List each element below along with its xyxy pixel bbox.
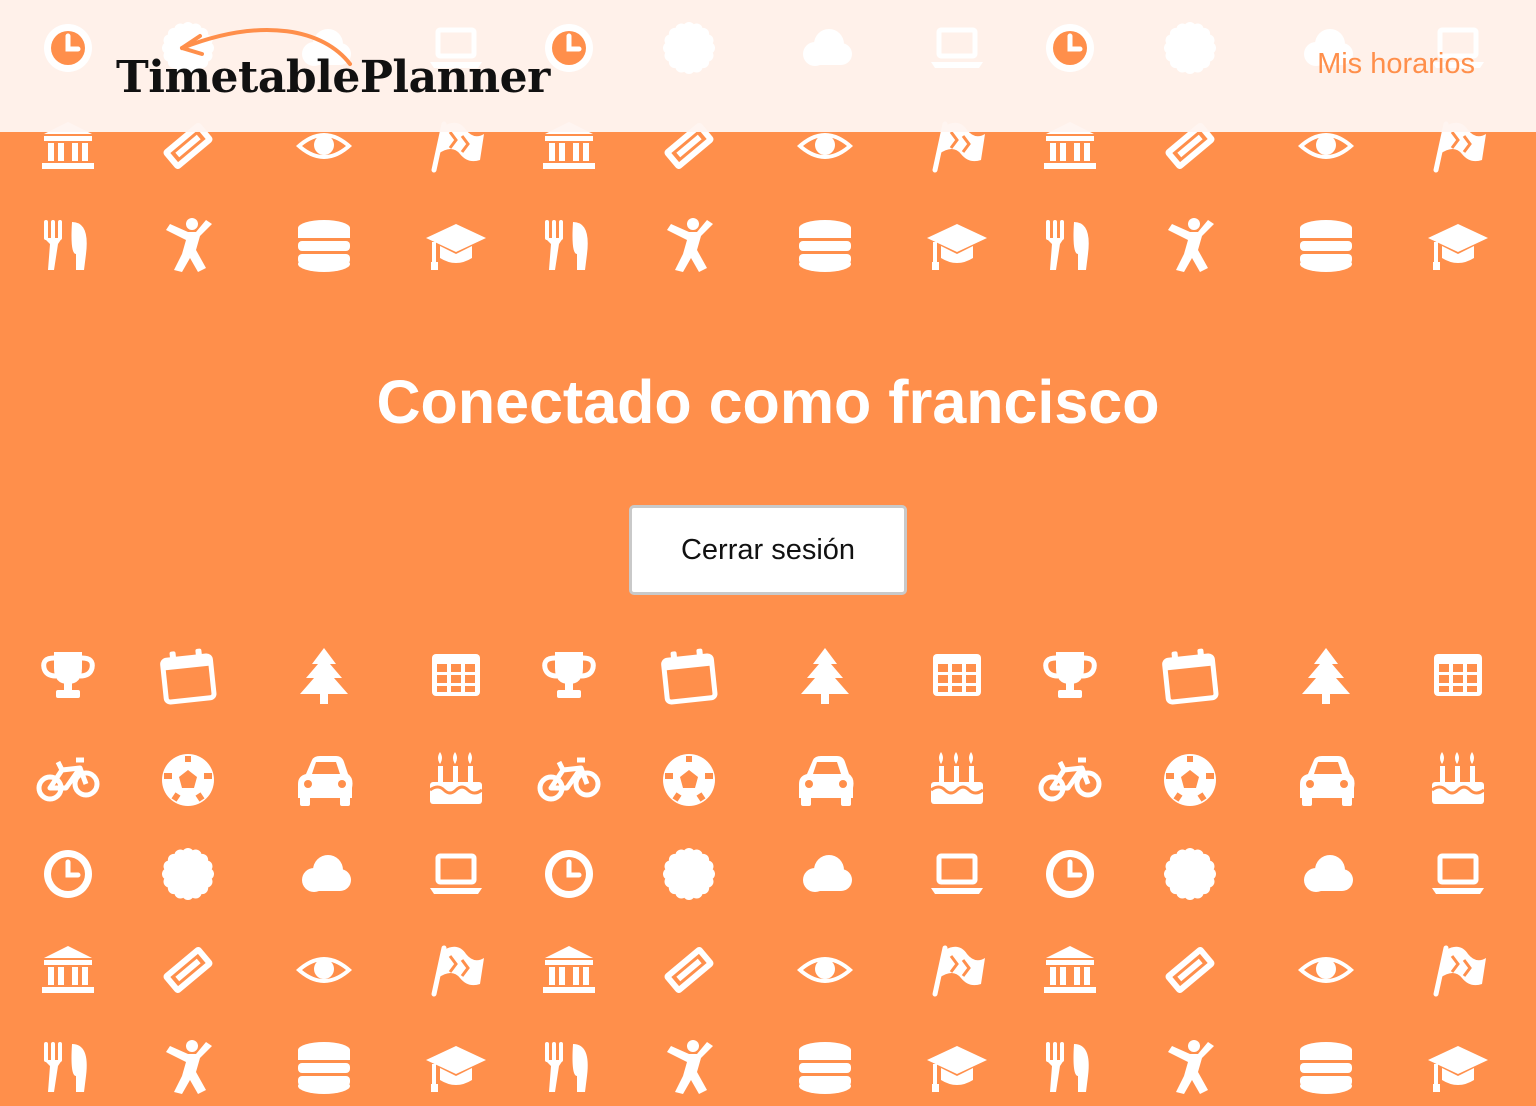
trophy-icon [1038, 644, 1102, 708]
page-title: Conectado como francisco [376, 368, 1160, 436]
eye-icon [1294, 938, 1358, 1002]
cake-icon [424, 748, 488, 812]
database-icon [1294, 214, 1358, 278]
tree-icon [1294, 644, 1358, 708]
person-icon [657, 1036, 721, 1100]
calendar-icon [657, 644, 721, 708]
database-icon [793, 214, 857, 278]
calendar-icon [156, 644, 220, 708]
museum-icon [36, 938, 100, 1002]
restaurant-icon [36, 1036, 100, 1100]
database-icon [292, 1036, 356, 1100]
clock-icon [537, 842, 601, 906]
cloud-icon [1294, 842, 1358, 906]
car-icon [793, 748, 857, 812]
table-icon [1426, 644, 1490, 708]
laptop-icon [424, 842, 488, 906]
person-icon [156, 1036, 220, 1100]
person-icon [1158, 214, 1222, 278]
brand-logo-link[interactable]: TimetablePlanner [116, 28, 550, 100]
graduation-cap-icon [1426, 1036, 1490, 1100]
tree-icon [793, 644, 857, 708]
car-icon [292, 748, 356, 812]
restaurant-icon [537, 214, 601, 278]
logout-button[interactable]: Cerrar sesión [629, 505, 907, 595]
database-icon [292, 214, 356, 278]
bicycle-icon [1038, 748, 1102, 812]
trophy-icon [36, 644, 100, 708]
person-icon [1158, 1036, 1222, 1100]
trophy-icon [537, 644, 601, 708]
museum-icon [1038, 938, 1102, 1002]
person-icon [657, 214, 721, 278]
bicycle-icon [537, 748, 601, 812]
tree-icon [292, 644, 356, 708]
museum-icon [537, 938, 601, 1002]
cloud-icon [793, 842, 857, 906]
database-icon [793, 1036, 857, 1100]
laptop-icon [1426, 842, 1490, 906]
clock-icon [1038, 842, 1102, 906]
restaurant-icon [1038, 214, 1102, 278]
flag-icon [1426, 938, 1490, 1002]
ticket-icon [1158, 938, 1222, 1002]
brand-name: TimetablePlanner [116, 52, 550, 103]
badge-icon [657, 842, 721, 906]
soccer-ball-icon [657, 748, 721, 812]
calendar-icon [1158, 644, 1222, 708]
clock-icon [36, 842, 100, 906]
bicycle-icon [36, 748, 100, 812]
soccer-ball-icon [1158, 748, 1222, 812]
ticket-icon [156, 938, 220, 1002]
badge-icon [156, 842, 220, 906]
table-icon [424, 644, 488, 708]
restaurant-icon [537, 1036, 601, 1100]
graduation-cap-icon [925, 214, 989, 278]
cake-icon [925, 748, 989, 812]
database-icon [1294, 1036, 1358, 1100]
badge-icon [1158, 842, 1222, 906]
eye-icon [793, 938, 857, 1002]
car-icon [1294, 748, 1358, 812]
restaurant-icon [1038, 1036, 1102, 1100]
graduation-cap-icon [1426, 214, 1490, 278]
eye-icon [292, 938, 356, 1002]
cloud-icon [292, 842, 356, 906]
cake-icon [1426, 748, 1490, 812]
graduation-cap-icon [424, 214, 488, 278]
restaurant-icon [36, 214, 100, 278]
flag-icon [925, 938, 989, 1002]
flag-icon [424, 938, 488, 1002]
table-icon [925, 644, 989, 708]
laptop-icon [925, 842, 989, 906]
ticket-icon [657, 938, 721, 1002]
graduation-cap-icon [424, 1036, 488, 1100]
soccer-ball-icon [156, 748, 220, 812]
person-icon [156, 214, 220, 278]
graduation-cap-icon [925, 1036, 989, 1100]
nav-my-schedules-link[interactable]: Mis horarios [1317, 47, 1475, 81]
